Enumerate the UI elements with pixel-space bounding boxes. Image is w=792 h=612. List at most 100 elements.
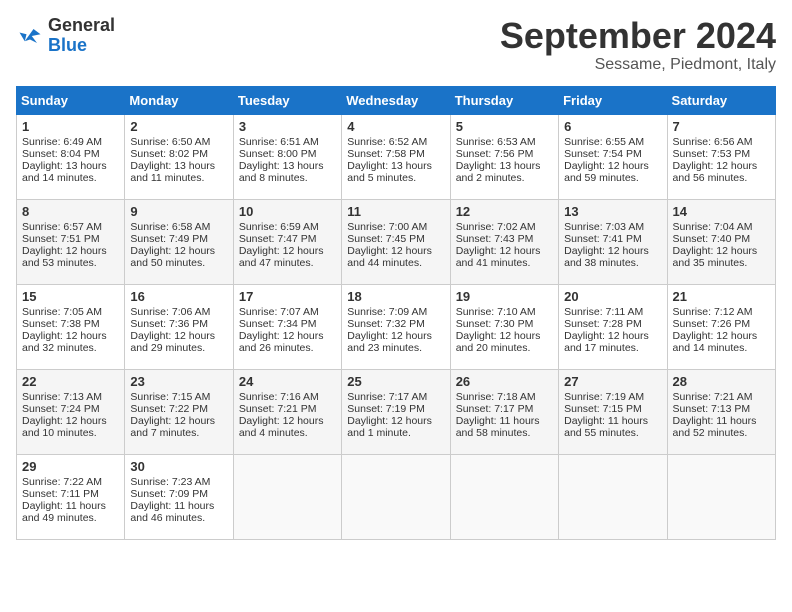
calendar-cell: 19Sunrise: 7:10 AMSunset: 7:30 PMDayligh…: [450, 284, 558, 369]
sunrise-text: Sunrise: 6:50 AM: [130, 136, 227, 148]
sunrise-text: Sunrise: 7:15 AM: [130, 391, 227, 403]
calendar-week-row: 22Sunrise: 7:13 AMSunset: 7:24 PMDayligh…: [17, 369, 776, 454]
daylight-text: Daylight: 12 hours and 29 minutes.: [130, 330, 227, 354]
calendar-table: SundayMondayTuesdayWednesdayThursdayFrid…: [16, 86, 776, 540]
day-number: 21: [673, 289, 770, 304]
sunset-text: Sunset: 7:13 PM: [673, 403, 770, 415]
calendar-cell: 1Sunrise: 6:49 AMSunset: 8:04 PMDaylight…: [17, 114, 125, 199]
calendar-cell: 27Sunrise: 7:19 AMSunset: 7:15 PMDayligh…: [559, 369, 667, 454]
daylight-text: Daylight: 12 hours and 47 minutes.: [239, 245, 336, 269]
day-number: 12: [456, 204, 553, 219]
sunset-text: Sunset: 7:19 PM: [347, 403, 444, 415]
calendar-cell: 5 Sunrise: 6:53 AMSunset: 7:56 PMDaylight…: [450, 114, 558, 199]
calendar-cell: 23Sunrise: 7:15 AMSunset: 7:22 PMDayligh…: [125, 369, 233, 454]
calendar-cell: 10 Sunrise: 6:59 AMSunset: 7:47 PMDayligh…: [233, 199, 341, 284]
calendar-cell: 2Sunrise: 6:50 AMSunset: 8:02 PMDaylight…: [125, 114, 233, 199]
month-title: September 2024: [500, 16, 776, 56]
header-sunday: Sunday: [17, 86, 125, 114]
day-number: 7: [673, 119, 770, 134]
sunset-text: Sunset: 7:36 PM: [130, 318, 227, 330]
sunset-text: Sunset: 7:49 PM: [130, 233, 227, 245]
sunrise-text: Sunrise: 7:02 AM: [456, 221, 553, 233]
day-number: 17: [239, 289, 336, 304]
daylight-text: Daylight: 13 hours and 11 minutes.: [130, 160, 227, 184]
calendar-cell: [450, 454, 558, 539]
day-number: 27: [564, 374, 661, 389]
sunrise-text: Sunrise: 6:53 AM: [456, 136, 553, 148]
day-number: 10: [239, 204, 336, 219]
calendar-cell: 26 Sunrise: 7:18 AMSunset: 7:17 PMDayligh…: [450, 369, 558, 454]
sunset-text: Sunset: 7:11 PM: [22, 488, 119, 500]
day-number: 23: [130, 374, 227, 389]
sunrise-text: Sunrise: 7:07 AM: [239, 306, 336, 318]
calendar-cell: [559, 454, 667, 539]
day-number: 25: [347, 374, 444, 389]
sunset-text: Sunset: 8:00 PM: [239, 148, 336, 160]
calendar-cell: 3Sunrise: 6:51 AMSunset: 8:00 PMDaylight…: [233, 114, 341, 199]
daylight-text: Daylight: 12 hours and 23 minutes.: [347, 330, 444, 354]
sunset-text: Sunset: 7:38 PM: [22, 318, 119, 330]
calendar-cell: 14Sunrise: 7:04 AMSunset: 7:40 PMDayligh…: [667, 199, 775, 284]
day-number: 2: [130, 119, 227, 134]
sunset-text: Sunset: 7:17 PM: [456, 403, 553, 415]
daylight-text: Daylight: 13 hours and 5 minutes.: [347, 160, 444, 184]
sunrise-text: Sunrise: 7:11 AM: [564, 306, 661, 318]
daylight-text: Daylight: 12 hours and 32 minutes.: [22, 330, 119, 354]
sunrise-text: Sunrise: 7:23 AM: [130, 476, 227, 488]
sunrise-text: Sunrise: 7:05 AM: [22, 306, 119, 318]
daylight-text: Daylight: 12 hours and 44 minutes.: [347, 245, 444, 269]
title-block: September 2024 Sessame, Piedmont, Italy: [500, 16, 776, 74]
sunset-text: Sunset: 7:54 PM: [564, 148, 661, 160]
sunrise-text: Sunrise: 7:06 AM: [130, 306, 227, 318]
calendar-week-row: 8Sunrise: 6:57 AMSunset: 7:51 PMDaylight…: [17, 199, 776, 284]
calendar-cell: 20Sunrise: 7:11 AMSunset: 7:28 PMDayligh…: [559, 284, 667, 369]
day-number: 15: [22, 289, 119, 304]
sunset-text: Sunset: 7:32 PM: [347, 318, 444, 330]
header-monday: Monday: [125, 86, 233, 114]
day-number: 14: [673, 204, 770, 219]
sunrise-text: Sunrise: 6:57 AM: [22, 221, 119, 233]
day-number: 22: [22, 374, 119, 389]
day-number: 26: [456, 374, 553, 389]
daylight-text: Daylight: 12 hours and 56 minutes.: [673, 160, 770, 184]
day-number: 1: [22, 119, 119, 134]
daylight-text: Daylight: 11 hours and 55 minutes.: [564, 415, 661, 439]
sunset-text: Sunset: 7:47 PM: [239, 233, 336, 245]
logo-line2: Blue: [48, 36, 115, 56]
sunrise-text: Sunrise: 7:18 AM: [456, 391, 553, 403]
calendar-cell: 11Sunrise: 7:00 AMSunset: 7:45 PMDayligh…: [342, 199, 450, 284]
daylight-text: Daylight: 11 hours and 58 minutes.: [456, 415, 553, 439]
daylight-text: Daylight: 12 hours and 59 minutes.: [564, 160, 661, 184]
sunrise-text: Sunrise: 6:55 AM: [564, 136, 661, 148]
daylight-text: Daylight: 11 hours and 52 minutes.: [673, 415, 770, 439]
day-number: 9: [130, 204, 227, 219]
sunset-text: Sunset: 7:45 PM: [347, 233, 444, 245]
daylight-text: Daylight: 13 hours and 2 minutes.: [456, 160, 553, 184]
daylight-text: Daylight: 11 hours and 49 minutes.: [22, 500, 119, 524]
header-wednesday: Wednesday: [342, 86, 450, 114]
sunset-text: Sunset: 7:56 PM: [456, 148, 553, 160]
daylight-text: Daylight: 12 hours and 10 minutes.: [22, 415, 119, 439]
sunrise-text: Sunrise: 6:59 AM: [239, 221, 336, 233]
day-number: 5: [456, 119, 553, 134]
daylight-text: Daylight: 11 hours and 46 minutes.: [130, 500, 227, 524]
day-number: 30: [130, 459, 227, 474]
sunrise-text: Sunrise: 7:09 AM: [347, 306, 444, 318]
header-tuesday: Tuesday: [233, 86, 341, 114]
calendar-cell: 22Sunrise: 7:13 AMSunset: 7:24 PMDayligh…: [17, 369, 125, 454]
calendar-cell: 25Sunrise: 7:17 AMSunset: 7:19 PMDayligh…: [342, 369, 450, 454]
day-number: 19: [456, 289, 553, 304]
sunrise-text: Sunrise: 7:16 AM: [239, 391, 336, 403]
sunset-text: Sunset: 7:43 PM: [456, 233, 553, 245]
sunrise-text: Sunrise: 7:12 AM: [673, 306, 770, 318]
sunset-text: Sunset: 7:30 PM: [456, 318, 553, 330]
daylight-text: Daylight: 12 hours and 53 minutes.: [22, 245, 119, 269]
sunrise-text: Sunrise: 7:00 AM: [347, 221, 444, 233]
sunset-text: Sunset: 7:22 PM: [130, 403, 227, 415]
day-number: 6: [564, 119, 661, 134]
calendar-cell: 4Sunrise: 6:52 AMSunset: 7:58 PMDaylight…: [342, 114, 450, 199]
calendar-cell: 12Sunrise: 7:02 AMSunset: 7:43 PMDayligh…: [450, 199, 558, 284]
sunset-text: Sunset: 7:09 PM: [130, 488, 227, 500]
day-number: 4: [347, 119, 444, 134]
calendar-cell: 13Sunrise: 7:03 AMSunset: 7:41 PMDayligh…: [559, 199, 667, 284]
